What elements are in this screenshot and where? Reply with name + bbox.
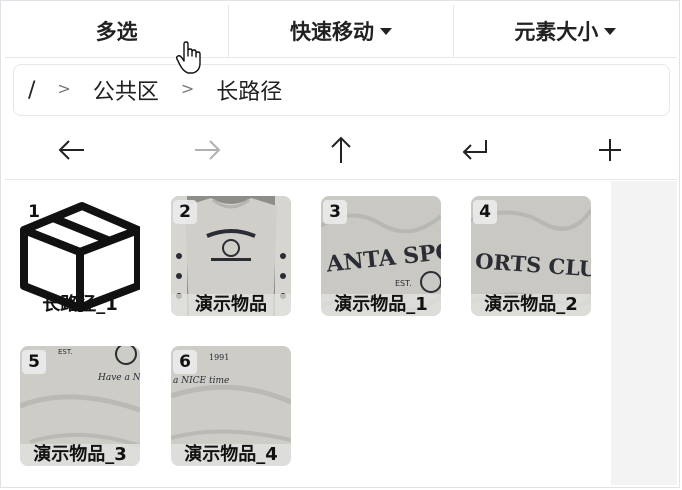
file-browser-window: 多选 快速移动 元素大小 / > 公共区 > 长路径 1 长路径_1 2 演示物… xyxy=(0,0,680,488)
grid-item-image[interactable]: EST. Have a N 5 演示物品_3 xyxy=(20,346,140,466)
up-button[interactable] xyxy=(311,128,371,172)
scrollbar-track[interactable] xyxy=(611,181,677,485)
add-button[interactable] xyxy=(580,128,640,172)
breadcrumb-long-path[interactable]: 长路径 xyxy=(216,74,282,106)
enter-return-icon xyxy=(462,140,488,160)
forward-button[interactable] xyxy=(177,128,237,172)
element-size-label: 元素大小 xyxy=(514,20,599,44)
hand-cursor-icon xyxy=(175,41,201,74)
item-index: 1 xyxy=(28,202,40,222)
item-index: 5 xyxy=(22,350,46,374)
item-label: 演示物品_4 xyxy=(171,444,291,466)
item-label: 演示物品_2 xyxy=(471,294,591,316)
item-label: 长路径_1 xyxy=(42,294,118,315)
item-index: 2 xyxy=(173,200,197,224)
shirt-script-text: Have a N xyxy=(97,373,140,383)
quick-move-label: 快速移动 xyxy=(289,20,374,44)
grid-item-image[interactable]: 1991 a NICE time 6 演示物品_4 xyxy=(171,346,291,466)
breadcrumb: / > 公共区 > 长路径 xyxy=(13,64,670,116)
item-label: 演示物品_1 xyxy=(321,294,441,316)
multi-select-label: 多选 xyxy=(95,20,138,44)
element-size-dropdown[interactable]: 元素大小 xyxy=(452,5,677,57)
breadcrumb-public-area[interactable]: 公共区 xyxy=(93,74,159,106)
shirt-print-subtext: EST. xyxy=(395,279,412,288)
plus-icon xyxy=(598,139,621,161)
grid-item-image[interactable]: ORTS CLUB 4 演示物品_2 xyxy=(471,196,591,316)
item-grid: 1 长路径_1 2 演示物品 ANTA SPORTS EST. 3 演示物品_1… xyxy=(5,181,611,485)
item-index: 4 xyxy=(473,200,497,224)
item-index: 6 xyxy=(173,350,197,374)
grid-item-image[interactable]: ANTA SPORTS EST. 3 演示物品_1 xyxy=(321,196,441,316)
shirt-year-text: 1991 xyxy=(209,353,229,362)
item-label: 演示物品_3 xyxy=(20,444,140,466)
shirt-print-text: EST. xyxy=(58,348,73,356)
shirt-script-text: a NICE time xyxy=(173,376,229,386)
grid-item-image[interactable]: 2 演示物品 xyxy=(171,196,291,316)
item-index: 3 xyxy=(323,200,347,224)
breadcrumb-root[interactable]: / xyxy=(28,78,35,103)
arrow-left-icon xyxy=(58,140,85,160)
caret-down-icon xyxy=(379,27,392,35)
top-toolbar: 多选 快速移动 元素大小 xyxy=(5,5,677,58)
grid-item-folder[interactable]: 1 长路径_1 xyxy=(20,196,140,316)
breadcrumb-separator: > xyxy=(57,78,71,98)
back-button[interactable] xyxy=(42,128,102,172)
item-label: 演示物品 xyxy=(171,294,291,316)
navigation-bar xyxy=(5,121,677,180)
breadcrumb-separator: > xyxy=(180,78,195,98)
arrow-right-icon xyxy=(194,140,220,160)
arrow-up-icon xyxy=(331,136,351,163)
quick-move-dropdown[interactable]: 快速移动 xyxy=(228,5,452,57)
caret-down-icon xyxy=(604,27,617,35)
enter-button[interactable] xyxy=(445,128,505,172)
